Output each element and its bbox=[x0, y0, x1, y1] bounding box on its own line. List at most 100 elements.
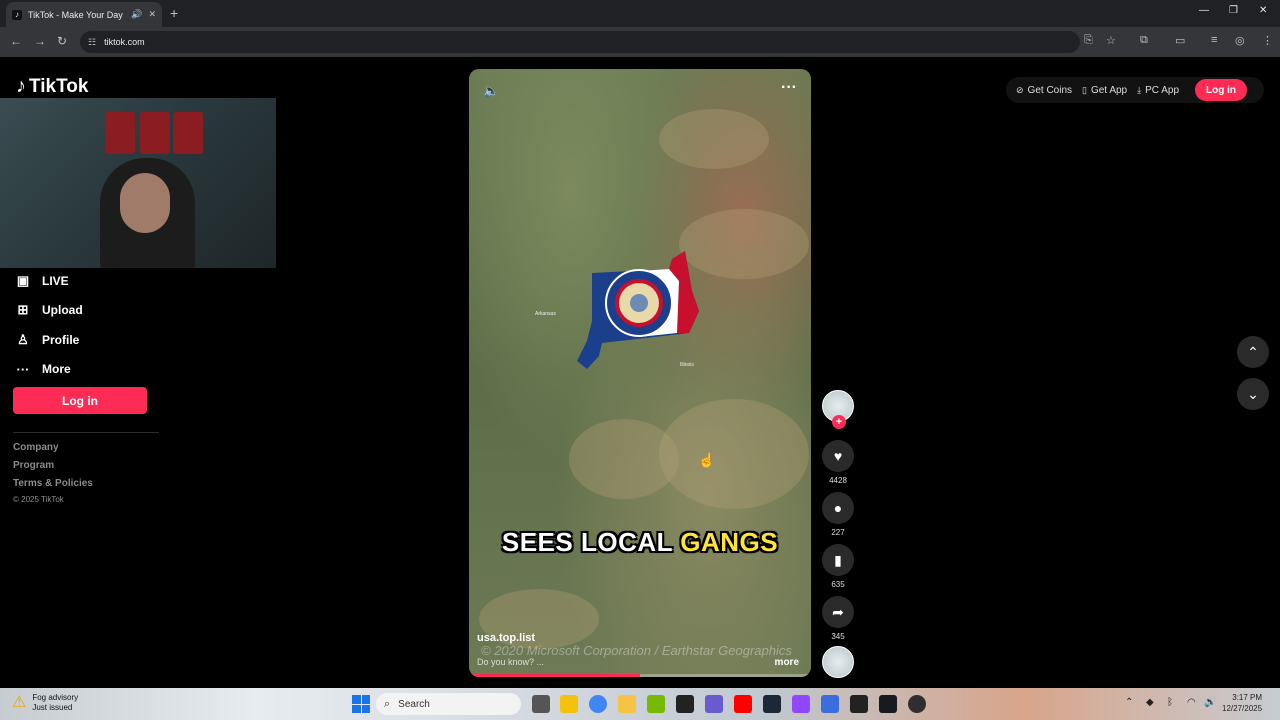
copyright-text: © 2025 TikTok bbox=[13, 495, 64, 504]
app-r-icon[interactable] bbox=[560, 695, 578, 713]
start-button[interactable] bbox=[352, 695, 370, 713]
sound-disc-avatar[interactable] bbox=[822, 646, 854, 678]
close-window-icon[interactable]: ✕ bbox=[1259, 5, 1267, 16]
taskbar-search[interactable]: ⌕ Search bbox=[376, 693, 521, 715]
logo-text: TikTok bbox=[29, 75, 89, 97]
tiktok-note-icon: ♪ bbox=[16, 75, 26, 97]
comment-icon[interactable]: ● bbox=[822, 492, 854, 524]
nvidia-icon[interactable] bbox=[647, 695, 665, 713]
extensions-icon[interactable]: ⧉ bbox=[1140, 34, 1148, 47]
header-actions: ⊘ Get Coins ▯ Get App ⤓ PC App Log in bbox=[1006, 77, 1264, 103]
get-coins-link[interactable]: ⊘ Get Coins bbox=[1016, 85, 1072, 96]
steam-icon[interactable] bbox=[763, 695, 781, 713]
obs-icon[interactable] bbox=[908, 695, 926, 713]
weather-line1: Fog advisory bbox=[32, 693, 79, 702]
video-options-icon[interactable]: ··· bbox=[781, 79, 797, 97]
sidebar-item-label: Upload bbox=[42, 303, 83, 318]
get-coins-label: Get Coins bbox=[1027, 84, 1073, 96]
tiktok-favicon-icon: ♪ bbox=[12, 9, 22, 20]
get-app-link[interactable]: ▯ Get App bbox=[1082, 85, 1127, 96]
speaker-icon[interactable]: 🔊 bbox=[131, 9, 142, 20]
video-progress-fill bbox=[469, 674, 640, 677]
site-info-icon[interactable]: ☷ bbox=[88, 37, 96, 48]
weather-widget[interactable]: ⚠ Fog advisory Just issued bbox=[12, 693, 78, 713]
video-player[interactable]: 🔈 ··· Arkansas Illinois SEES LOCAL GANGS… bbox=[469, 69, 811, 677]
minimize-icon[interactable]: — bbox=[1199, 5, 1209, 16]
maximize-icon[interactable]: ❐ bbox=[1229, 5, 1238, 16]
taskbar-clock[interactable]: 3:17 PM 12/27/2025 bbox=[1222, 692, 1262, 714]
browser-tab[interactable]: ♪ TikTok - Make Your Day 🔊 ✕ bbox=[6, 2, 162, 27]
url-field[interactable]: ☷ tiktok.com bbox=[80, 31, 1080, 53]
chrome-icon[interactable] bbox=[589, 695, 607, 713]
sidebar-item-label: Profile bbox=[42, 332, 80, 347]
footer-link-terms[interactable]: Terms & Policies bbox=[13, 478, 93, 496]
creator-avatar[interactable]: + bbox=[822, 390, 854, 429]
task-view-icon[interactable] bbox=[532, 695, 550, 713]
like-action[interactable]: ♥ 4428 bbox=[822, 440, 854, 488]
youtube-icon[interactable] bbox=[734, 695, 752, 713]
volume-icon[interactable]: 🔈 bbox=[483, 83, 499, 99]
forward-icon[interactable]: → bbox=[34, 34, 46, 48]
share-action[interactable]: ➦ 345 bbox=[822, 596, 854, 644]
video-progress-bar[interactable] bbox=[469, 674, 811, 677]
next-video-button[interactable]: ⌄ bbox=[1237, 378, 1269, 410]
sidebar-item-upload[interactable]: ⊞ Upload bbox=[14, 296, 83, 326]
file-explorer-icon[interactable] bbox=[618, 695, 636, 713]
mouse-cursor-icon: ☝ bbox=[698, 452, 716, 468]
new-tab-icon[interactable]: + bbox=[170, 5, 178, 21]
jersey-shape bbox=[140, 112, 170, 154]
menu-icon[interactable]: ⋮ bbox=[1262, 34, 1273, 47]
sidebar-item-more[interactable]: ··· More bbox=[14, 355, 83, 385]
tiktok-page: ♪ TikTok ▣ LIVE ⊞ Upload ♙ Profile ··· M… bbox=[0, 57, 1280, 688]
sidebar-nav: ▣ LIVE ⊞ Upload ♙ Profile ··· More bbox=[14, 266, 83, 384]
tray-chevron-icon[interactable]: ⌃ bbox=[1125, 697, 1133, 708]
bookmark-star-icon[interactable]: ☆ bbox=[1106, 34, 1116, 47]
header-login-button[interactable]: Log in bbox=[1195, 79, 1248, 101]
caption-highlight-text: GANGS bbox=[680, 527, 779, 557]
follow-plus-icon[interactable]: + bbox=[832, 415, 846, 429]
map-label-illinois: Illinois bbox=[680, 362, 694, 368]
footer-links: Company Program Terms & Policies bbox=[13, 442, 93, 496]
browser-tab-bar: ♪ TikTok - Make Your Day 🔊 ✕ + — ❐ ✕ bbox=[0, 0, 1280, 27]
account-icon[interactable]: ◎ bbox=[1235, 34, 1245, 47]
gamepad-icon[interactable] bbox=[705, 695, 723, 713]
reload-icon[interactable]: ↻ bbox=[57, 34, 67, 48]
description-more-link[interactable]: more bbox=[775, 657, 799, 668]
install-icon[interactable]: ⎘ bbox=[1084, 34, 1093, 47]
footer-link-company[interactable]: Company bbox=[13, 442, 93, 460]
twitch-icon[interactable] bbox=[792, 695, 810, 713]
volume-tray-icon[interactable]: 🔊 bbox=[1204, 697, 1216, 708]
pc-app-link[interactable]: ⤓ PC App bbox=[1137, 85, 1179, 96]
app-blue-icon[interactable] bbox=[821, 695, 839, 713]
tray-app-icon[interactable]: ◆ bbox=[1146, 697, 1154, 708]
capcut-icon[interactable] bbox=[850, 695, 868, 713]
footer-link-program[interactable]: Program bbox=[13, 460, 93, 478]
wifi-icon[interactable]: ◠ bbox=[1187, 697, 1196, 708]
clock-date: 12/27/2025 bbox=[1222, 704, 1263, 713]
previous-video-button[interactable]: ⌃ bbox=[1237, 336, 1269, 368]
windows-logo-tile bbox=[361, 695, 370, 704]
phone-icon: ▯ bbox=[1082, 84, 1087, 95]
heart-icon[interactable]: ♥ bbox=[822, 440, 854, 472]
share-icon[interactable]: ➦ bbox=[822, 596, 854, 628]
save-action[interactable]: ▮ 635 bbox=[822, 544, 854, 592]
bookmark-icon[interactable]: ▮ bbox=[822, 544, 854, 576]
sidebar-item-live[interactable]: ▣ LIVE bbox=[14, 266, 83, 296]
sidebar-item-profile[interactable]: ♙ Profile bbox=[14, 325, 83, 355]
windows-logo-tile bbox=[352, 704, 361, 713]
media-icon[interactable]: ≡ bbox=[1211, 34, 1217, 46]
sidebar-login-button[interactable]: Log in bbox=[13, 387, 147, 414]
steam-alt-icon[interactable] bbox=[879, 695, 897, 713]
map-watermark: © 2020 Microsoft Corporation / Earthstar… bbox=[481, 643, 792, 658]
missouri-flag-map-icon bbox=[577, 251, 699, 369]
tray-bluetooth-icon[interactable]: ᛒ bbox=[1167, 697, 1173, 708]
caption-text: SEES LOCAL bbox=[501, 527, 681, 557]
comment-action[interactable]: ● 227 bbox=[822, 492, 854, 540]
close-tab-icon[interactable]: ✕ bbox=[148, 9, 156, 20]
address-bar-row: ← → ↻ ☷ tiktok.com ⎘ ☆ ⧉ ▭ ≡ ◎ ⋮ bbox=[0, 27, 1280, 57]
back-icon[interactable]: ← bbox=[10, 34, 22, 48]
tiktok-logo[interactable]: ♪ TikTok bbox=[16, 75, 88, 98]
epic-games-icon[interactable] bbox=[676, 695, 694, 713]
sidepanel-icon[interactable]: ▭ bbox=[1175, 34, 1185, 47]
streamer-face bbox=[120, 173, 170, 233]
